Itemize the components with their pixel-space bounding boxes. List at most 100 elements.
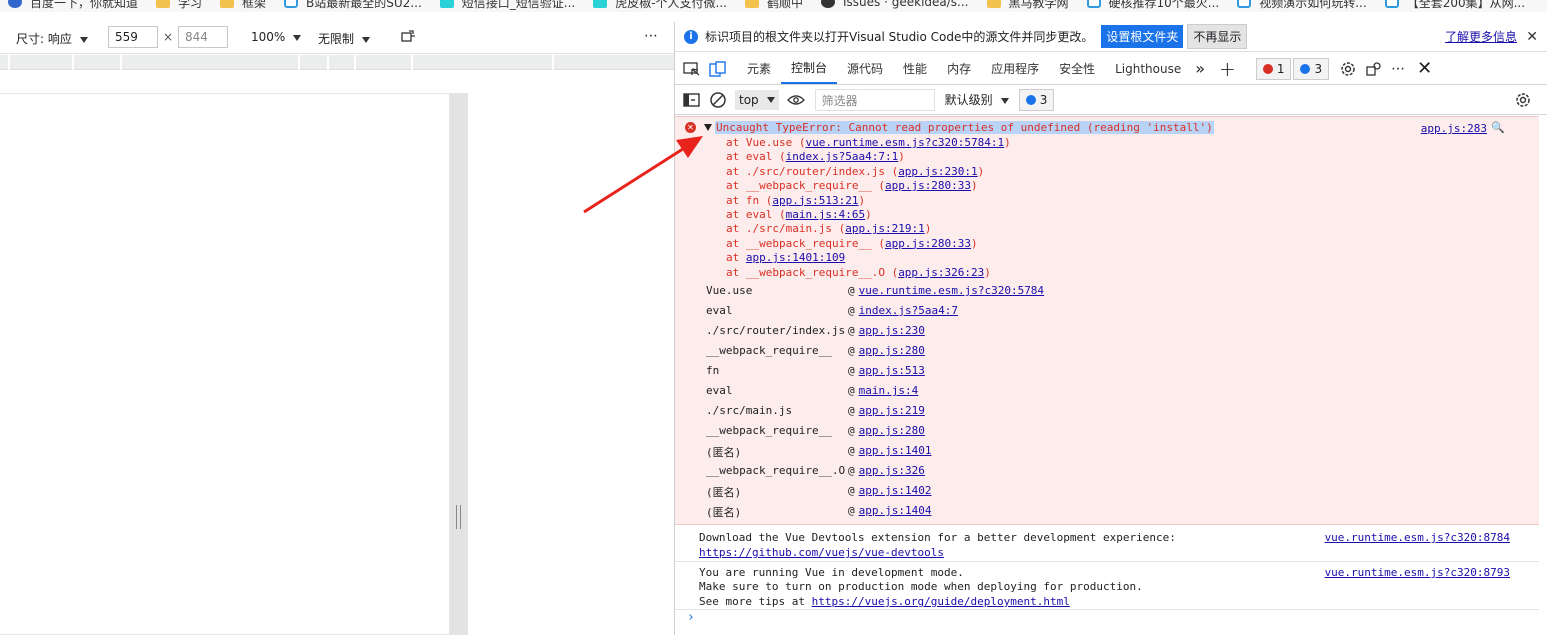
bookmark-icon (156, 0, 171, 8)
zoom-dropdown[interactable]: 100% (251, 30, 302, 44)
bookmark-label: Issues · geekidea/s... (843, 0, 969, 9)
stack-link[interactable]: app.js:280 (859, 344, 925, 357)
error-source-link[interactable]: app.js:283 (1421, 122, 1487, 135)
bookmark-item[interactable]: 黑马教学网 (986, 0, 1069, 11)
console-settings-icon[interactable] (1514, 92, 1532, 108)
devtools-link[interactable]: https://github.com/vuejs/vue-devtools (699, 546, 944, 559)
device-viewport[interactable] (0, 93, 450, 635)
gear-icon[interactable] (1339, 61, 1357, 77)
dont-show-again-button[interactable]: 不再显示 (1187, 24, 1248, 49)
expand-triangle-icon[interactable] (704, 124, 712, 131)
trace-link[interactable]: app.js:326:23 (898, 266, 984, 279)
bookmark-item[interactable]: B站最新最全的SU2... (284, 0, 422, 11)
log-source-link[interactable]: vue.runtime.esm.js?c320:8793 (1325, 566, 1510, 579)
add-tab-icon[interactable]: + (1219, 57, 1236, 81)
bookmark-item[interactable]: 短信接口_短信验证... (439, 0, 575, 11)
error-count-badge[interactable]: 1 (1255, 57, 1292, 80)
bookmark-item[interactable]: 框架 (220, 0, 266, 11)
throttle-dropdown[interactable]: 无限制 (318, 30, 371, 47)
bookmark-item[interactable]: 硬核推荐10个最火... (1086, 0, 1220, 11)
tab-5[interactable]: 应用程序 (981, 53, 1049, 84)
trace-link[interactable]: app.js:280:33 (885, 179, 971, 192)
stack-link[interactable]: app.js:1404 (859, 504, 932, 517)
tab-0[interactable]: 元素 (737, 53, 781, 84)
stack-link[interactable]: app.js:1401 (859, 444, 932, 457)
bookmark-item[interactable]: 【全套200集】从网... (1384, 0, 1525, 11)
close-icon[interactable]: ✕ (1526, 29, 1538, 45)
bookmark-label: 硬核推荐10个最火... (1108, 0, 1220, 10)
trace-link[interactable]: app.js:513:21 (772, 194, 858, 207)
bookmark-item[interactable]: 学习 (156, 0, 202, 11)
resize-grip-icon[interactable] (456, 505, 461, 529)
bookmark-item[interactable]: 百度一下，你就知道 (8, 0, 138, 11)
search-icon[interactable]: 🔍 (1491, 121, 1505, 134)
stack-link[interactable]: app.js:230 (859, 324, 925, 337)
trace-link[interactable]: app.js:1401:109 (746, 251, 845, 264)
tab-3[interactable]: 性能 (893, 53, 937, 84)
stack-link[interactable]: index.js?5aa4:7 (859, 304, 958, 317)
more-tabs-icon[interactable]: » (1195, 59, 1205, 78)
stack-link[interactable]: app.js:1402 (859, 484, 932, 497)
device-toggle-icon[interactable] (709, 60, 727, 77)
issue-count-badge[interactable]: 3 (1293, 57, 1330, 80)
stack-link[interactable]: app.js:280 (859, 424, 925, 437)
stack-link[interactable]: app.js:326 (859, 464, 925, 477)
message-icon (1025, 94, 1036, 105)
trace-link[interactable]: app.js:219:1 (845, 222, 924, 235)
bookmark-item[interactable]: 虎皮椒-个人支付微... (593, 0, 727, 11)
bookmark-item[interactable]: 鹤顺中 (745, 0, 803, 11)
tabs: 元素 控制台 源代码 性能 内存 应用程序 安全性 Lighthouse (737, 53, 1191, 84)
tab-1[interactable]: 控制台 (781, 53, 838, 84)
resize-handle-strip[interactable] (450, 93, 468, 635)
log-source-link[interactable]: vue.runtime.esm.js?c320:8784 (1325, 531, 1510, 544)
trace-link[interactable]: main.js:4:65 (786, 208, 865, 221)
error-message[interactable]: Uncaught TypeError: Cannot read properti… (715, 121, 1214, 134)
issues-badge[interactable]: 3 (1018, 88, 1055, 111)
trace-link[interactable]: index.js?5aa4:7:1 (786, 150, 899, 163)
devtools-panel: i 标识项目的根文件夹以打开Visual Studio Code中的源文件并同步… (674, 22, 1547, 635)
bookmark-label: 学习 (178, 0, 203, 10)
dimensions-dropdown[interactable]: 尺寸: 响应 (16, 30, 88, 47)
customize-icon[interactable] (1365, 61, 1383, 77)
bookmark-item[interactable]: 视频演示如何玩转... (1237, 0, 1367, 11)
tab-2[interactable]: 源代码 (837, 53, 893, 84)
stack-link[interactable]: vue.runtime.esm.js?c320:5784 (859, 284, 1044, 297)
stack-link[interactable]: main.js:4 (859, 384, 919, 397)
media-query-bar[interactable] (0, 55, 674, 70)
learn-more-link[interactable]: 了解更多信息 (1445, 28, 1517, 45)
stack-link[interactable]: app.js:513 (859, 364, 925, 377)
deployment-link[interactable]: https://vuejs.org/guide/deployment.html (812, 595, 1070, 608)
more-options-icon[interactable]: ⋯ (644, 28, 659, 44)
inspect-element-icon[interactable] (683, 61, 701, 77)
context-selector[interactable]: top (735, 89, 779, 110)
sidebar-toggle-icon[interactable] (683, 92, 701, 108)
trace-link[interactable]: vue.runtime.esm.js?c320:5784:1 (805, 136, 1004, 149)
dimensions-label: 尺寸: 响应 (16, 32, 72, 46)
more-options-icon[interactable]: ⋯ (1391, 61, 1405, 77)
height-input[interactable]: 844 (178, 26, 228, 48)
set-root-folder-button[interactable]: 设置根文件夹 (1101, 25, 1184, 48)
width-input[interactable]: 559 (108, 26, 158, 48)
divider (675, 561, 1539, 562)
trace-text: at Vue.use ( (726, 136, 806, 149)
console-prompt[interactable]: › (687, 610, 695, 625)
bookmark-item[interactable]: Issues · geekidea/s... (821, 0, 969, 9)
at-symbol: @ (848, 324, 855, 337)
bookmark-icon (439, 0, 454, 8)
device-toolbar: 尺寸: 响应 559 × 844 100% 无限制 ⋯ (0, 22, 674, 54)
tab-6[interactable]: 安全性 (1049, 53, 1105, 84)
trace-text: ) (971, 236, 978, 250)
log-level-dropdown[interactable]: 默认级别 (945, 91, 1009, 108)
trace-link[interactable]: app.js:230:1 (898, 165, 977, 178)
ruler-segment (120, 55, 122, 70)
tab-4[interactable]: 内存 (937, 53, 981, 84)
rotate-icon[interactable] (400, 29, 416, 43)
clear-console-icon[interactable] (709, 91, 727, 108)
close-devtools-icon[interactable]: ✕ (1417, 58, 1432, 79)
stack-link[interactable]: app.js:219 (859, 404, 925, 417)
tab-7[interactable]: Lighthouse (1105, 53, 1191, 84)
trace-link[interactable]: app.js:280:33 (885, 237, 971, 250)
filter-input[interactable]: 筛选器 (814, 88, 935, 111)
eye-icon[interactable] (786, 92, 805, 108)
trace-text: ) (971, 179, 978, 193)
